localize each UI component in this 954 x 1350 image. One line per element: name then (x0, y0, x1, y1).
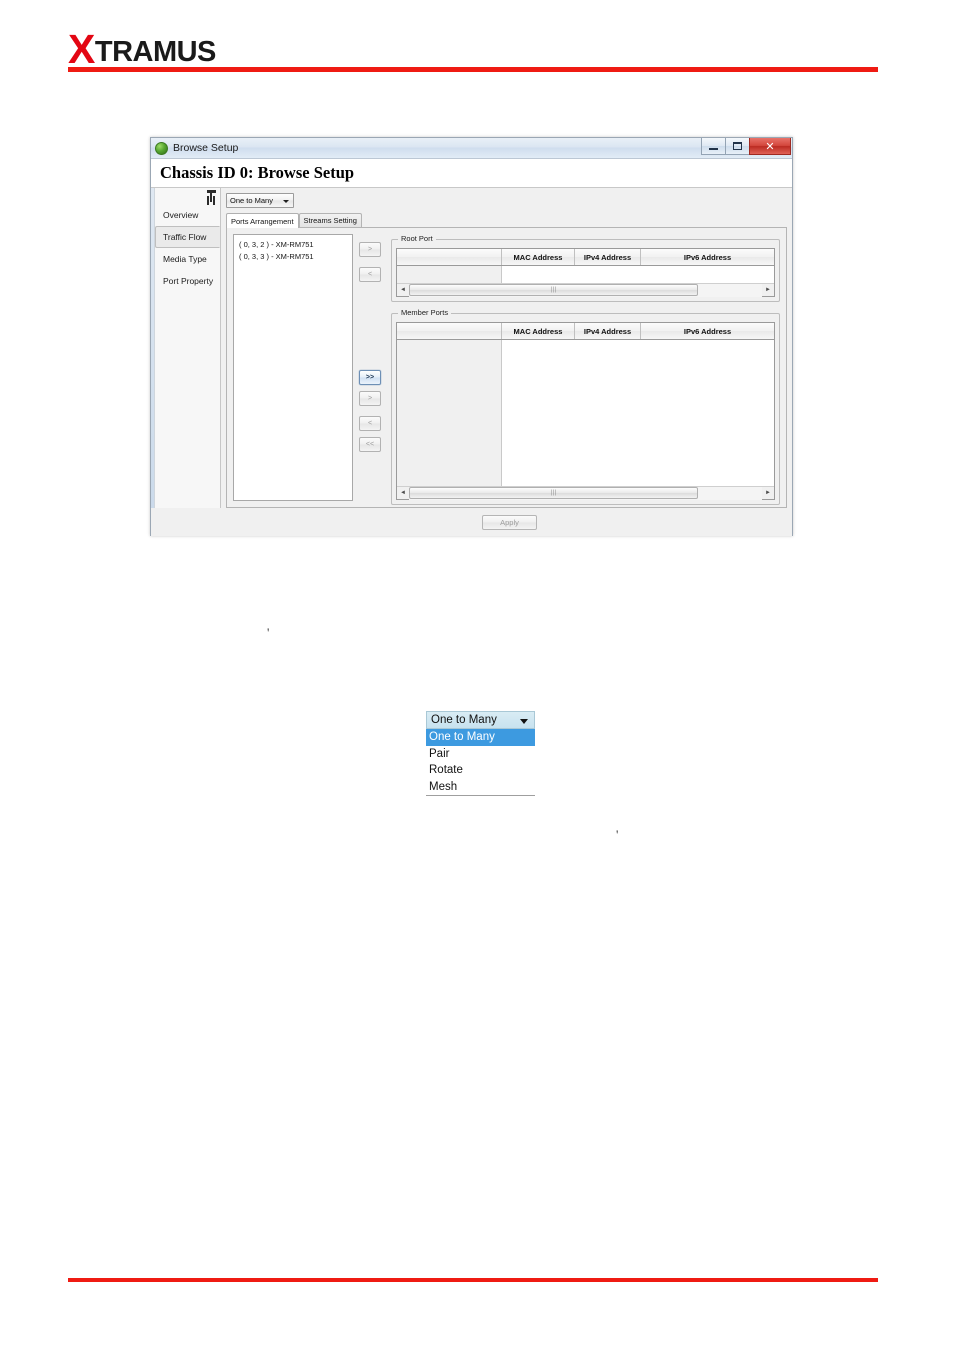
member-add-button[interactable]: > (359, 391, 381, 406)
table-body-right (502, 266, 774, 283)
maximize-button[interactable] (725, 138, 750, 155)
scroll-thumb[interactable]: ||| (409, 487, 699, 499)
browse-setup-dialog: Browse Setup ✕ Chassis ID 0: Browse Setu… (150, 137, 793, 536)
sidebar-item-label: Overview (163, 210, 199, 220)
root-port-group: Root Port MAC Address IPv4 Address IPv6 … (391, 234, 780, 302)
member-add-all-button[interactable]: >> (359, 370, 381, 385)
list-item[interactable]: ( 0, 3, 2 ) - XM-RM751 (239, 239, 347, 251)
header-rule (68, 67, 878, 72)
sidebar-item-overview[interactable]: Overview (155, 204, 220, 226)
table-body-right (502, 340, 774, 486)
member-ports-legend: Member Ports (398, 308, 452, 317)
stray-mark-lower: ' (616, 827, 619, 842)
close-button[interactable]: ✕ (749, 138, 791, 155)
chevron-down-icon (520, 719, 528, 724)
traffic-mode-value: One to Many (230, 196, 273, 205)
globe-icon (155, 141, 168, 155)
dropdown-option-one-to-many[interactable]: One to Many (426, 729, 535, 746)
table-body-left (397, 266, 502, 283)
root-remove-button[interactable]: < (359, 267, 381, 282)
chevron-down-icon (283, 200, 289, 203)
tab-label: Streams Setting (303, 216, 357, 225)
scroll-track[interactable]: ||| (409, 283, 762, 297)
dialog-body: Overview Traffic Flow Media Type Port Pr… (151, 188, 792, 536)
brand-initial: X (68, 26, 95, 72)
tab-ports-arrangement[interactable]: Ports Arrangement (226, 213, 299, 228)
scroll-track[interactable]: ||| (409, 486, 762, 500)
column-header-blank[interactable] (397, 249, 502, 265)
scroll-right-icon[interactable]: ► (762, 284, 774, 297)
table-header-row: MAC Address IPv4 Address IPv6 Address (397, 323, 774, 340)
member-ports-inner: MAC Address IPv4 Address IPv6 Address ◄ … (392, 314, 779, 504)
tab-streams-setting[interactable]: Streams Setting (298, 213, 362, 227)
column-header-ipv6[interactable]: IPv6 Address (641, 249, 774, 265)
pushpin-icon[interactable] (206, 190, 217, 202)
sidebar-item-label: Port Property (163, 276, 214, 286)
sidebar-item-traffic-flow[interactable]: Traffic Flow (155, 226, 220, 248)
dialog-footer: Apply (151, 508, 792, 536)
content-area: One to Many Ports Arrangement Streams Se… (221, 188, 792, 536)
tables-column: Root Port MAC Address IPv4 Address IPv6 … (387, 234, 780, 505)
sidebar-item-label: Media Type (163, 254, 207, 264)
sidebar-item-media-type[interactable]: Media Type (155, 248, 220, 270)
column-header-ipv4[interactable]: IPv4 Address (575, 249, 641, 265)
scroll-left-icon[interactable]: ◄ (397, 284, 409, 297)
table-body (397, 266, 774, 283)
scroll-left-icon[interactable]: ◄ (397, 487, 409, 500)
column-header-blank[interactable] (397, 323, 502, 339)
dropdown-option-rotate[interactable]: Rotate (426, 762, 535, 779)
sidebar-item-port-property[interactable]: Port Property (155, 270, 220, 292)
dropdown-selected-value: One to Many (431, 714, 497, 726)
page-title: Chassis ID 0: Browse Setup (160, 163, 355, 182)
column-header-mac[interactable]: MAC Address (502, 323, 575, 339)
stray-mark-upper: ' (267, 625, 270, 640)
available-ports-list[interactable]: ( 0, 3, 2 ) - XM-RM751 ( 0, 3, 3 ) - XM-… (233, 234, 353, 501)
traffic-mode-dropdown: One to Many One to Many Pair Rotate Mesh (426, 711, 535, 796)
window-controls: ✕ (701, 138, 791, 155)
member-ports-table: MAC Address IPv4 Address IPv6 Address ◄ … (396, 322, 775, 500)
column-header-ipv6[interactable]: IPv6 Address (641, 323, 774, 339)
dropdown-selected-value-box[interactable]: One to Many (426, 711, 535, 729)
tab-strip: Ports Arrangement Streams Setting (226, 213, 787, 228)
minimize-button[interactable] (701, 138, 726, 155)
root-port-inner: MAC Address IPv4 Address IPv6 Address ◄ … (392, 240, 779, 301)
scroll-thumb[interactable]: ||| (409, 284, 699, 296)
scroll-right-icon[interactable]: ► (762, 487, 774, 500)
window-titlebar: Browse Setup ✕ (151, 138, 792, 159)
table-header-row: MAC Address IPv4 Address IPv6 Address (397, 249, 774, 266)
root-port-hscrollbar[interactable]: ◄ ||| ► (397, 283, 774, 297)
table-body-left (397, 340, 502, 486)
ports-arrangement-panel: ( 0, 3, 2 ) - XM-RM751 ( 0, 3, 3 ) - XM-… (226, 227, 787, 508)
root-add-button[interactable]: > (359, 242, 381, 257)
window-title: Browse Setup (173, 142, 239, 154)
member-remove-all-button[interactable]: << (359, 437, 381, 452)
brand-name: TRAMUS (94, 36, 217, 68)
brand-logo: XTRAMUS (68, 29, 217, 70)
minimize-icon (709, 147, 718, 150)
tab-label: Ports Arrangement (231, 216, 294, 226)
member-remove-button[interactable]: < (359, 416, 381, 431)
root-port-table: MAC Address IPv4 Address IPv6 Address ◄ … (396, 248, 775, 297)
dropdown-option-pair[interactable]: Pair (426, 746, 535, 763)
apply-button[interactable]: Apply (482, 514, 537, 530)
root-port-legend: Root Port (398, 234, 436, 243)
sidebar-item-label: Traffic Flow (163, 232, 207, 242)
column-header-mac[interactable]: MAC Address (502, 249, 575, 265)
dialog-header: Chassis ID 0: Browse Setup (151, 159, 792, 188)
dropdown-options-list: One to Many Pair Rotate Mesh (426, 729, 535, 796)
footer-rule (68, 1278, 878, 1282)
pin-row (155, 190, 220, 204)
dropdown-option-mesh[interactable]: Mesh (426, 779, 535, 796)
sidebar: Overview Traffic Flow Media Type Port Pr… (155, 188, 221, 536)
page-root: XTRAMUS Browse Setup ✕ Chassis ID 0: Bro… (0, 0, 954, 1350)
maximize-icon (733, 142, 742, 150)
traffic-mode-select[interactable]: One to Many (226, 193, 294, 208)
column-header-ipv4[interactable]: IPv4 Address (575, 323, 641, 339)
member-ports-hscrollbar[interactable]: ◄ ||| ► (397, 486, 774, 500)
transfer-button-column: > < >> > < << (353, 234, 387, 501)
table-body (397, 340, 774, 486)
member-ports-group: Member Ports MAC Address IPv4 Address IP… (391, 308, 780, 505)
list-item[interactable]: ( 0, 3, 3 ) - XM-RM751 (239, 251, 347, 263)
